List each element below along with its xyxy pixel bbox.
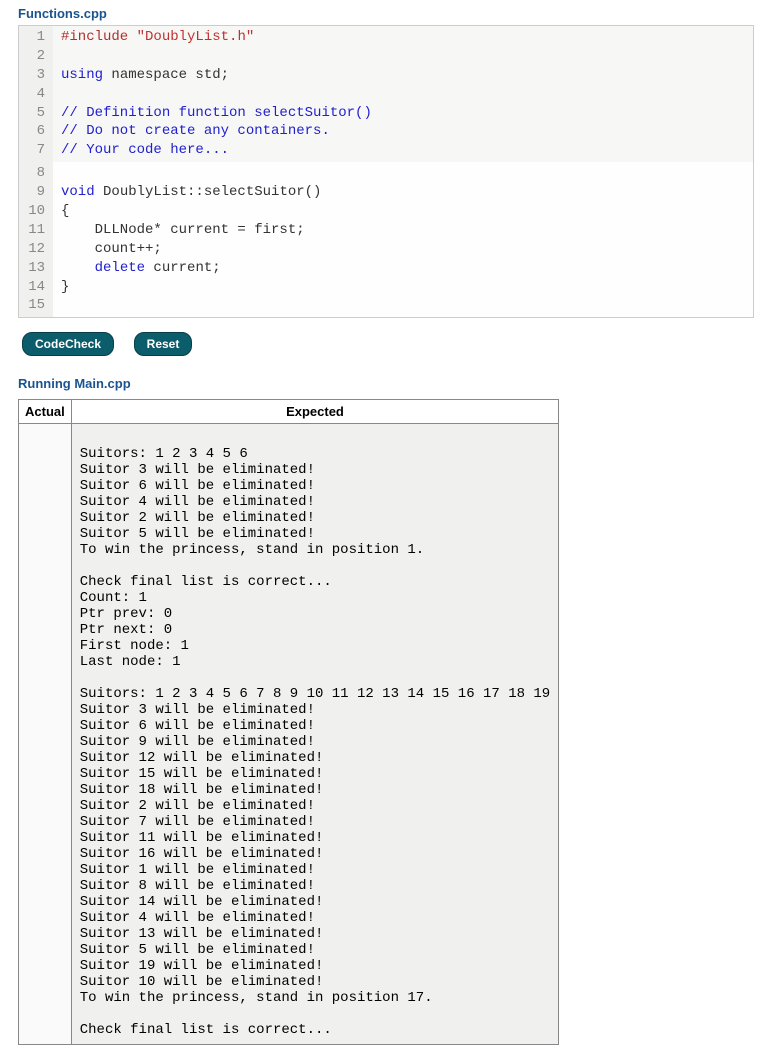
code-block-fixed: 1234567 #include "DoublyList.h" using na… — [19, 26, 753, 162]
code-editor: 1234567 #include "DoublyList.h" using na… — [18, 25, 754, 318]
file-header: Functions.cpp — [0, 0, 772, 25]
actual-output-cell — [19, 424, 72, 1045]
code-block-editable[interactable]: 89101112131415 void DoublyList::selectSu… — [19, 162, 753, 317]
expected-output-cell: Suitors: 1 2 3 4 5 6 Suitor 3 will be el… — [71, 424, 558, 1045]
results-table: Actual Expected Suitors: 1 2 3 4 5 6 Sui… — [18, 399, 559, 1045]
column-header-expected: Expected — [71, 400, 558, 424]
column-header-actual: Actual — [19, 400, 72, 424]
line-number-gutter: 1234567 — [19, 26, 53, 162]
running-header: Running Main.cpp — [0, 374, 772, 399]
codecheck-button[interactable]: CodeCheck — [22, 332, 114, 356]
code-lines-readonly: #include "DoublyList.h" using namespace … — [53, 26, 753, 162]
line-number-gutter: 89101112131415 — [19, 162, 53, 317]
reset-button[interactable]: Reset — [134, 332, 193, 356]
code-lines-editable[interactable]: void DoublyList::selectSuitor(){ DLLNode… — [53, 162, 753, 317]
button-row: CodeCheck Reset — [0, 318, 772, 374]
